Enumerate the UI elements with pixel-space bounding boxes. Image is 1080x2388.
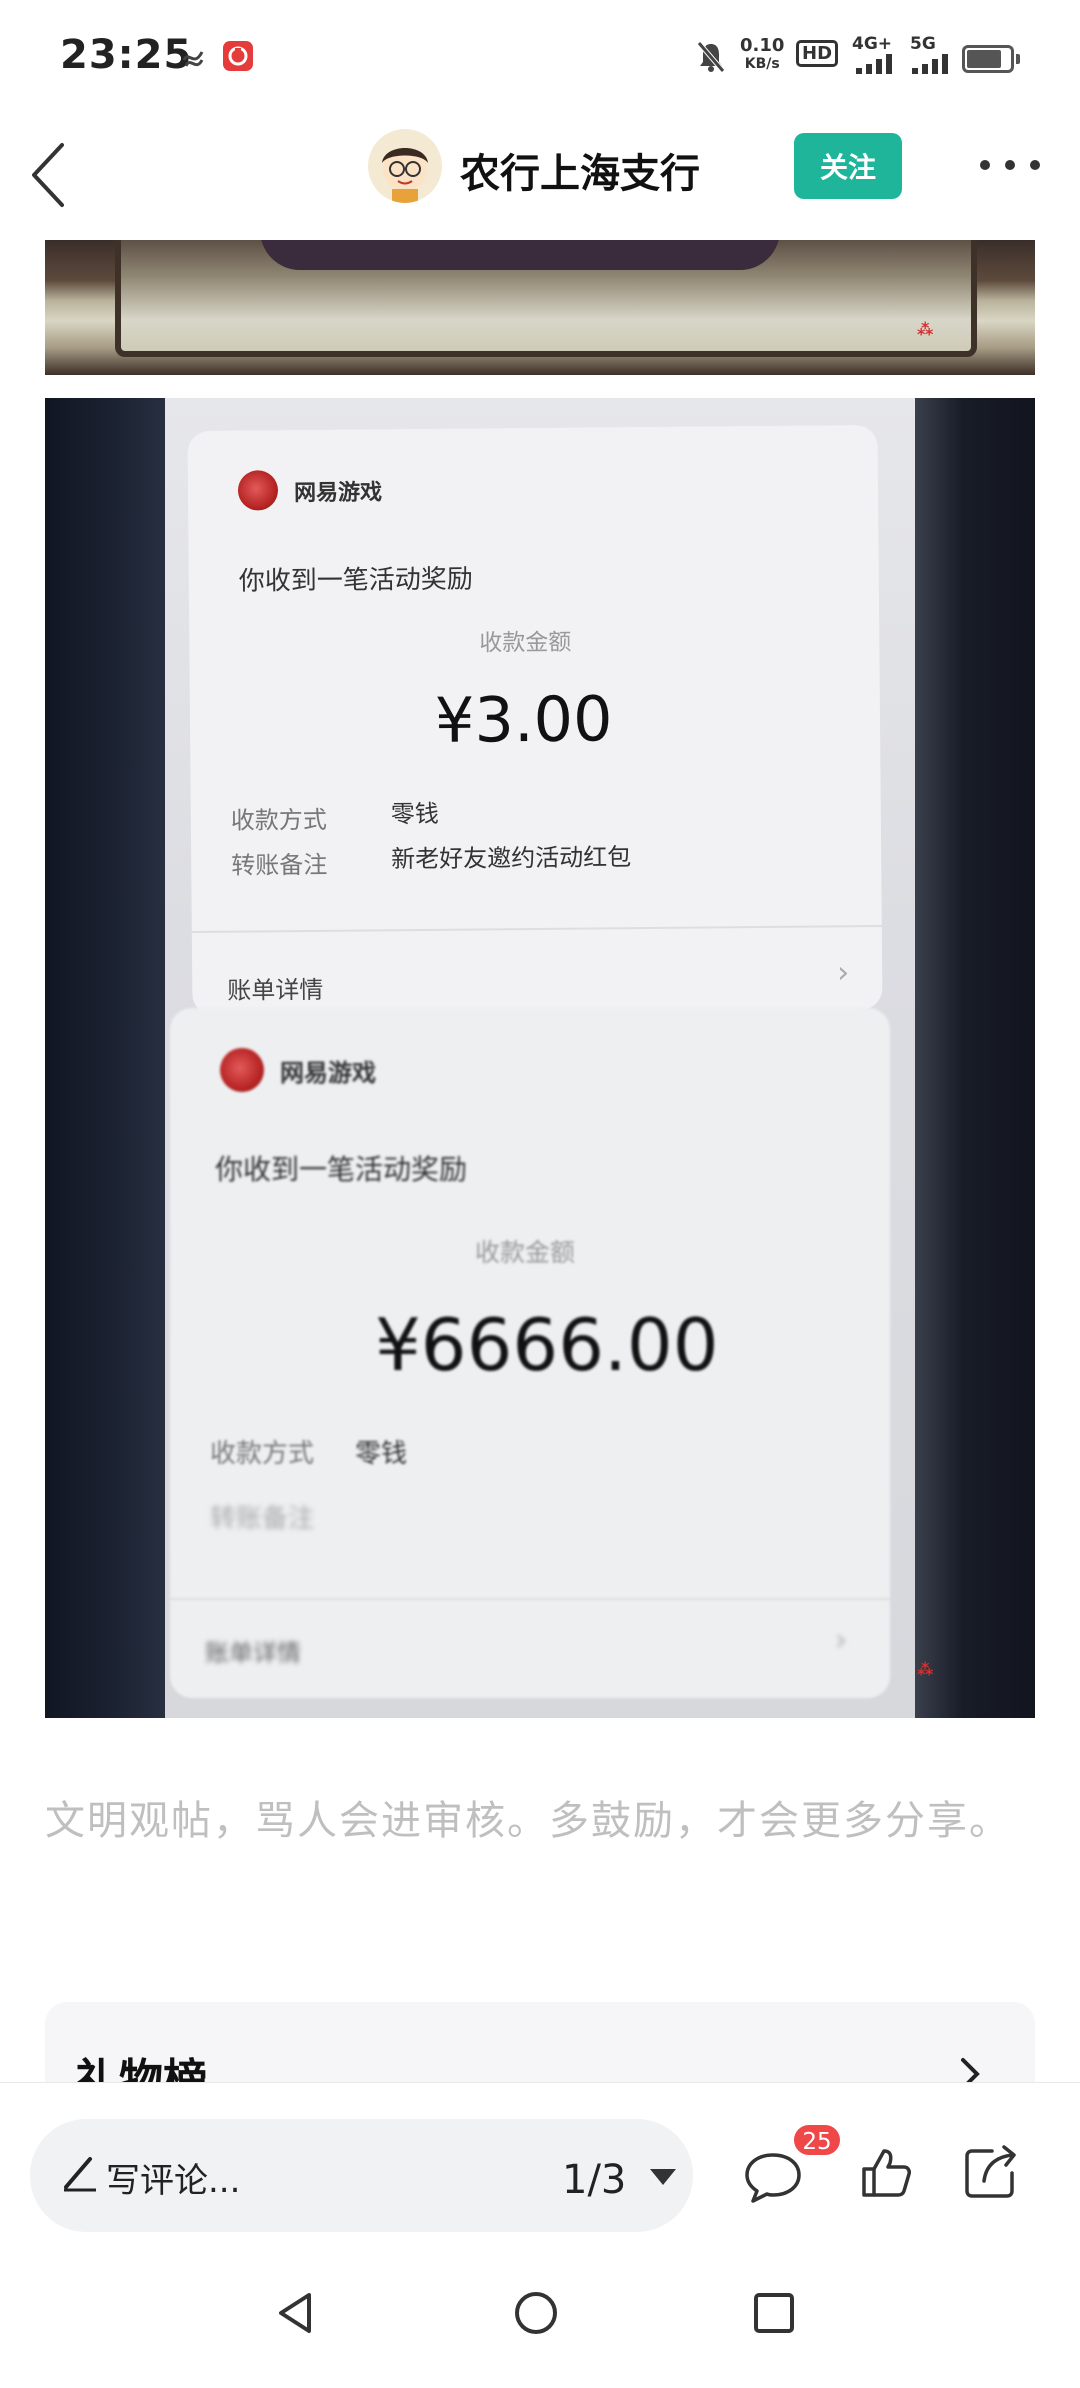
nav-home-icon[interactable] [512, 2289, 560, 2337]
mute-bell-icon [697, 41, 725, 73]
more-options-icon[interactable] [975, 145, 1045, 185]
photo-dark-edge [915, 398, 1035, 1718]
signal-icon-1 [856, 54, 892, 74]
card1-row1-key: 收款方式 [230, 805, 327, 835]
sim1-network: 4G+ [852, 34, 893, 54]
follow-button[interactable]: 关注 [794, 133, 902, 199]
pencil-icon [64, 2157, 96, 2192]
card2-amount: ¥6666.00 [375, 1303, 719, 1387]
bottom-action-bar: 写评论... 1/3 25 [0, 2082, 1080, 2248]
system-navigation-bar [0, 2247, 1080, 2388]
app-notification-icon [182, 51, 204, 67]
image-pager[interactable]: 1/3 [562, 2157, 626, 2203]
avatar-cartoon-icon [382, 147, 428, 203]
share-icon[interactable] [962, 2143, 1020, 2201]
status-bar: 23:25 0.10 KB/s HD 4G+ 5G [0, 0, 1080, 115]
watermark-icon: ⁂ [917, 320, 934, 339]
nav-recents-icon[interactable] [752, 2291, 796, 2335]
card2-row2-key: 转账备注 [210, 1504, 315, 1534]
nav-back-icon[interactable] [273, 2289, 317, 2337]
card1-bill-detail: 账单详情 [227, 975, 324, 1005]
netease-logo-icon [237, 470, 279, 511]
card1-amount: ¥3.00 [434, 682, 613, 757]
card1-message: 你收到一笔活动奖励 [238, 564, 473, 597]
sim2-network: 5G [910, 34, 936, 54]
card2-row1-value: 零钱 [355, 1439, 408, 1469]
card1-divider [191, 924, 882, 934]
post-image-1[interactable]: ⁂ [45, 240, 1035, 375]
comment-bubble-icon[interactable] [743, 2149, 803, 2205]
card1-row2-value: 新老好友邀约活动红包 [391, 843, 632, 874]
signal-icon-2 [912, 54, 948, 74]
pager-dropdown-icon[interactable] [650, 2169, 676, 2185]
card2-app-name: 网易游戏 [280, 1059, 376, 1087]
post-header: 农行上海支行 关注 [0, 115, 1080, 240]
comment-placeholder: 写评论... [106, 2161, 241, 2201]
community-notice: 文明观帖，骂人会进审核。多鼓励，才会更多分享。 [45, 1798, 1011, 1844]
card2-row1-key: 收款方式 [210, 1439, 315, 1469]
card1-row1-value: 零钱 [390, 799, 439, 829]
image-banner [260, 240, 780, 270]
author-avatar[interactable] [368, 129, 442, 203]
watermark-icon-2: ⁂ [917, 1660, 934, 1679]
card2-bill-detail: 账单详情 [205, 1639, 301, 1667]
battery-icon [962, 45, 1020, 73]
payment-card-1: 网易游戏 你收到一笔活动奖励 收款金额 ¥3.00 收款方式 零钱 转账备注 新… [187, 425, 883, 1016]
card2-chevron-icon: › [835, 1623, 847, 1658]
red-app-icon [223, 41, 253, 71]
phone-screen: 网易游戏 你收到一笔活动奖励 收款金额 ¥3.00 收款方式 零钱 转账备注 新… [165, 398, 945, 1718]
card2-amount-label: 收款金额 [475, 1238, 576, 1267]
card1-row2-key: 转账备注 [231, 850, 328, 880]
post-image-2[interactable]: 网易游戏 你收到一笔活动奖励 收款金额 ¥3.00 收款方式 零钱 转账备注 新… [45, 398, 1035, 1718]
comment-count-badge: 25 [792, 2123, 842, 2157]
net-speed: 0.10 KB/s [740, 35, 785, 72]
netease-logo-icon-2 [220, 1048, 264, 1092]
card1-amount-label: 收款金额 [479, 629, 572, 657]
comment-input[interactable]: 写评论... 1/3 [30, 2119, 693, 2232]
status-time: 23:25 [60, 32, 193, 78]
thumbs-up-icon[interactable] [858, 2145, 914, 2201]
back-arrow-icon[interactable] [26, 135, 86, 215]
hd-indicator: HD [796, 40, 839, 67]
card2-divider [170, 1598, 890, 1600]
card2-message: 你收到一笔活动奖励 [215, 1153, 468, 1186]
card1-app-name: 网易游戏 [293, 480, 383, 507]
payment-card-2: 网易游戏 你收到一笔活动奖励 收款金额 ¥6666.00 收款方式 零钱 转账备… [170, 1008, 890, 1698]
card1-chevron-icon: › [837, 955, 850, 991]
author-name[interactable]: 农行上海支行 [460, 141, 700, 199]
